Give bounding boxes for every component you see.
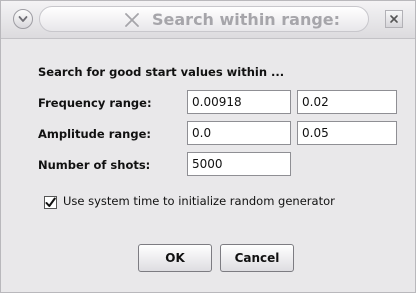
frequency-max-input[interactable] [297,90,397,114]
title-pill: Search within range: [39,6,369,32]
number-of-shots-label: Number of shots: [38,158,151,172]
frequency-range-label: Frequency range: [38,96,152,110]
amplitude-min-input[interactable] [187,121,291,145]
form-heading: Search for good start values within ... [38,65,285,79]
close-icon [390,15,398,23]
chevron-down-icon [18,16,28,22]
number-of-shots-input[interactable] [187,152,291,176]
window-menu-button[interactable] [13,9,33,29]
dialog-title: Search within range: [152,10,341,29]
title-bar[interactable]: Search within range: [1,1,415,39]
use-system-time-label[interactable]: Use system time to initialize random gen… [63,194,335,208]
check-icon [45,197,56,207]
cancel-button[interactable]: Cancel [220,244,294,272]
frequency-min-input[interactable] [187,90,291,114]
x-icon [125,13,139,27]
use-system-time-checkbox[interactable] [44,196,57,209]
ok-button[interactable]: OK [138,244,212,272]
amplitude-max-input[interactable] [297,121,397,145]
amplitude-range-label: Amplitude range: [38,127,151,141]
close-button[interactable] [385,10,403,28]
search-range-dialog: Search within range: Search for good sta… [0,0,416,293]
